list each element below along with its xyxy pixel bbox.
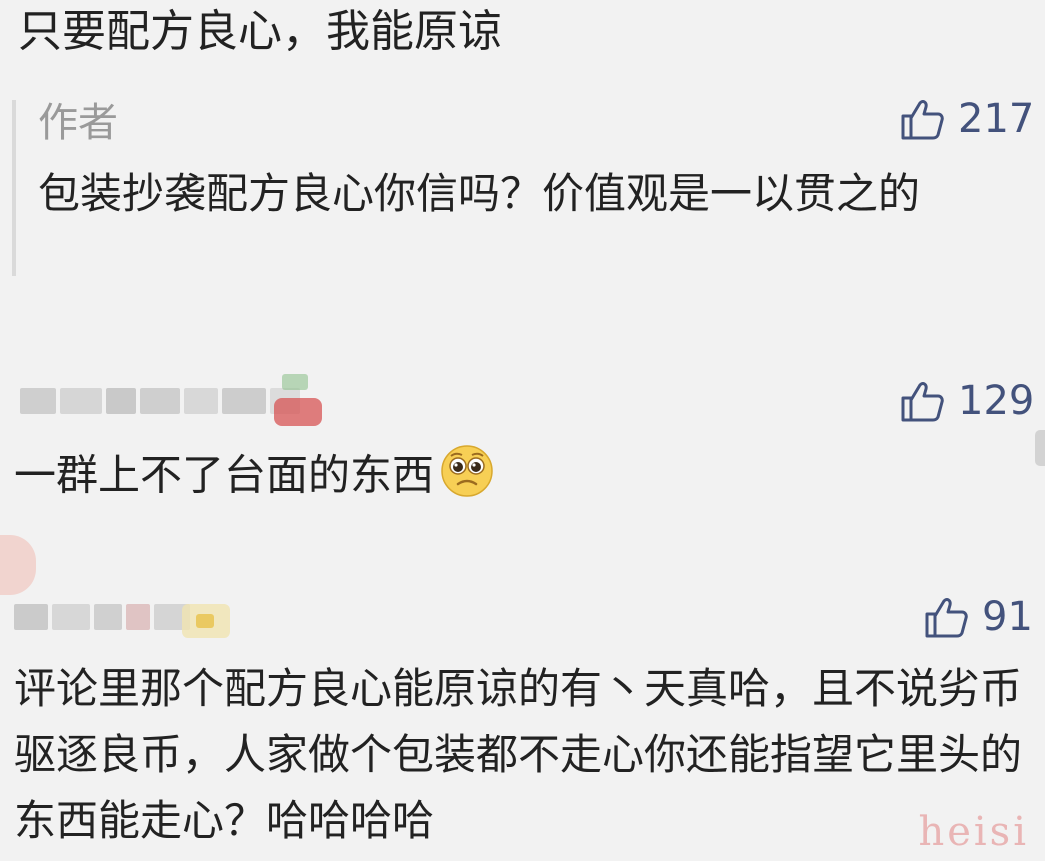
comment-1-like-button[interactable]: 129: [900, 378, 1034, 424]
thumbs-up-icon: [900, 379, 944, 423]
thumbs-up-icon: [924, 595, 968, 639]
reply-author[interactable]: 作者: [38, 98, 118, 148]
user-badge-blurred: [268, 372, 328, 434]
comment-1-text: 一群上不了台面的东西: [14, 444, 494, 512]
comment-2-text: 评论里那个配方良心能原谅的有丶天真哈，且不说劣币驱逐良币，人家做个包装都不走心你…: [14, 664, 1023, 845]
user-badge-blurred: [178, 598, 234, 646]
like-count: 129: [958, 378, 1035, 424]
like-count: 217: [958, 96, 1035, 142]
scrollbar-thumb[interactable]: [1035, 430, 1045, 466]
reply-text: 包装抄袭配方良心你信吗？价值观是一以贯之的: [38, 169, 921, 218]
avatar-fragment[interactable]: [0, 535, 36, 595]
top-comment-tail: 只要配方良心，我能原谅: [18, 6, 502, 57]
author-reply: 作者 包装抄袭配方良心你信吗？价值观是一以贯之的: [12, 98, 1032, 278]
username-blurred[interactable]: [14, 604, 194, 630]
username-blurred[interactable]: [20, 388, 304, 414]
pleading-face-icon: [440, 444, 494, 512]
like-count: 91: [982, 594, 1033, 640]
comment-text: 一群上不了台面的东西: [14, 450, 435, 500]
comment-2-like-button[interactable]: 91: [924, 594, 1033, 640]
watermark: heisi: [918, 809, 1029, 855]
reply-quote-bar: [12, 100, 16, 276]
thumbs-up-icon: [900, 97, 944, 141]
reply-like-button[interactable]: 217: [900, 96, 1034, 142]
